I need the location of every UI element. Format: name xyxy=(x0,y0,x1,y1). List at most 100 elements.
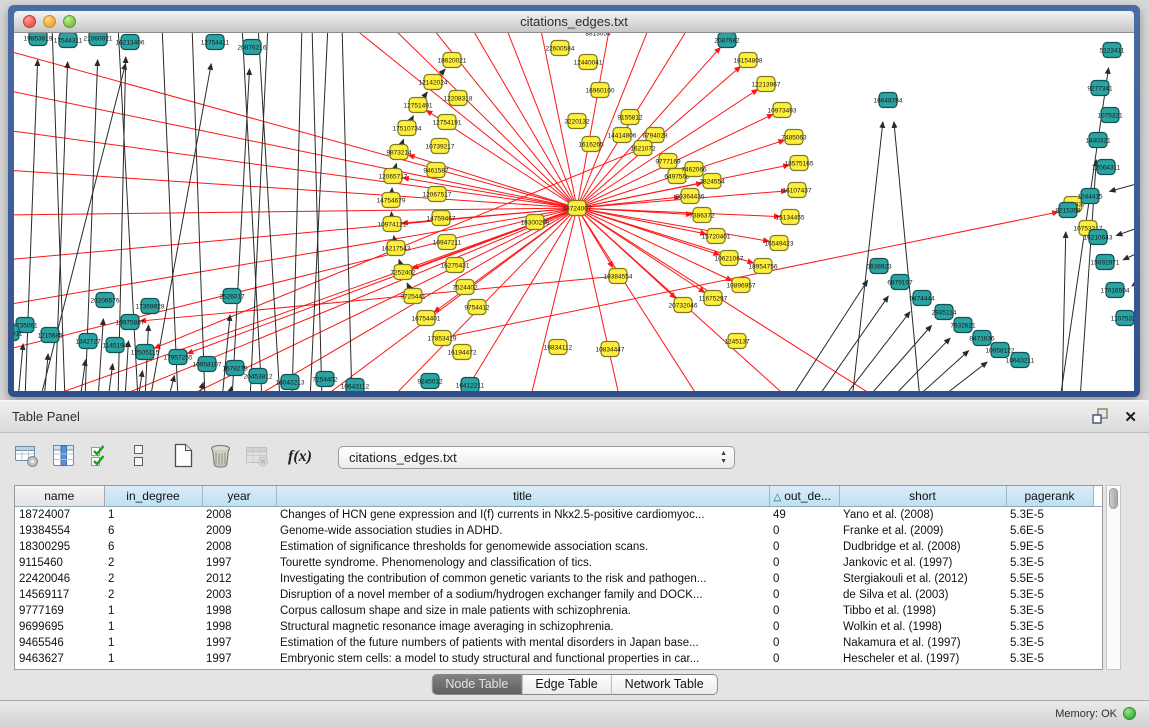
table-cell[interactable]: 2008 xyxy=(202,506,276,523)
graph-node[interactable]: 1440321 xyxy=(1085,133,1111,148)
graph-node[interactable]: 7632621 xyxy=(950,318,976,333)
table-row[interactable]: 946362711997Embryonic stem cells: a mode… xyxy=(15,651,1102,667)
table-cell[interactable]: 5.3E-5 xyxy=(1006,651,1093,667)
table-cell[interactable]: 9465546 xyxy=(15,635,104,651)
graph-node[interactable]: 16043213 xyxy=(276,375,305,390)
table-cell[interactable]: Tourette syndrome. Phenomenology and cla… xyxy=(276,555,769,571)
graph-node-selected[interactable]: 9725441 xyxy=(400,289,426,304)
graph-node-selected[interactable]: 12213967 xyxy=(752,77,781,92)
graph-node-selected[interactable]: 19384554 xyxy=(604,269,633,284)
graph-node[interactable]: 2526017 xyxy=(219,289,245,304)
close-window-button[interactable] xyxy=(23,15,36,28)
graph-node[interactable]: 21060921 xyxy=(84,33,113,46)
graph-node[interactable]: 8471636 xyxy=(969,331,995,346)
table-cell[interactable]: 0 xyxy=(769,587,839,603)
table-row[interactable]: 1938455462009Genome-wide association stu… xyxy=(15,523,1102,539)
table-cell[interactable]: 1997 xyxy=(202,635,276,651)
graph-node-selected[interactable]: 20364436 xyxy=(676,189,705,204)
table-cell[interactable]: 5.3E-5 xyxy=(1006,619,1093,635)
graph-node-selected[interactable]: 16549423 xyxy=(765,236,794,251)
graph-node-selected[interactable]: 12208318 xyxy=(444,91,473,106)
graph-node[interactable]: 16213406 xyxy=(116,35,145,50)
scrollbar-thumb[interactable] xyxy=(1109,488,1118,509)
table-cell[interactable]: Structural magnetic resonance image aver… xyxy=(276,619,769,635)
graph-node-selected[interactable]: 10834447 xyxy=(596,342,625,357)
table-cell[interactable]: Hescheler et al. (1997) xyxy=(839,651,1006,667)
table-cell[interactable]: 18300295 xyxy=(15,539,104,555)
table-cell[interactable]: Disruption of a novel member of a sodium… xyxy=(276,587,769,603)
table-cell[interactable]: 5.3E-5 xyxy=(1006,587,1093,603)
graph-node[interactable]: 1145194 xyxy=(103,338,128,353)
column-header-name[interactable]: name xyxy=(15,486,104,506)
table-cell[interactable]: 2009 xyxy=(202,523,276,539)
graph-node-selected[interactable]: 9777169 xyxy=(655,154,681,169)
graph-node[interactable]: 9277341 xyxy=(1087,81,1113,96)
graph-node-selected[interactable]: 10947211 xyxy=(433,235,462,250)
table-cell[interactable]: 2003 xyxy=(202,587,276,603)
column-header-in_degree[interactable]: in_degree xyxy=(104,486,202,506)
table-cell[interactable]: 5.5E-5 xyxy=(1006,571,1093,587)
table-row[interactable]: 1872400712008Changes of HCN gene express… xyxy=(15,506,1102,523)
table-cell[interactable]: Investigating the contribution of common… xyxy=(276,571,769,587)
graph-node[interactable]: 1342727 xyxy=(75,334,101,349)
graph-node-selected[interactable]: 3824554 xyxy=(699,174,725,189)
table-cell[interactable]: 5.6E-5 xyxy=(1006,523,1093,539)
table-cell[interactable]: 1 xyxy=(104,619,202,635)
graph-node-selected[interactable]: 9873214 xyxy=(386,145,412,160)
graph-node-selected[interactable]: 9155812 xyxy=(617,110,643,125)
table-cell[interactable]: 0 xyxy=(769,539,839,555)
table-row[interactable]: 911546021997Tourette syndrome. Phenomeno… xyxy=(15,555,1102,571)
graph-node[interactable]: 17957255 xyxy=(164,350,193,365)
graph-node[interactable]: 15692971 xyxy=(1091,255,1120,270)
graph-node[interactable]: 19853819 xyxy=(24,33,53,46)
table-cell[interactable]: Estimation of the future numbers of pati… xyxy=(276,635,769,651)
graph-node-selected[interactable]: 7524402 xyxy=(452,280,478,295)
graph-node-selected[interactable]: 16960100 xyxy=(586,83,615,98)
tab-network-table[interactable]: Network Table xyxy=(611,675,717,694)
table-cell[interactable]: 0 xyxy=(769,619,839,635)
table-cell[interactable]: 5.3E-5 xyxy=(1006,555,1093,571)
table-cell[interactable]: 2 xyxy=(104,587,202,603)
graph-node[interactable]: 9474444 xyxy=(909,291,935,306)
graph-node-selected[interactable]: 7485063 xyxy=(781,130,807,145)
graph-node-selected[interactable]: 11675297 xyxy=(699,291,728,306)
table-cell[interactable]: 2008 xyxy=(202,539,276,555)
table-cell[interactable]: 0 xyxy=(769,635,839,651)
table-cell[interactable]: 1 xyxy=(104,635,202,651)
graph-node[interactable]: 1215685 xyxy=(37,328,63,343)
table-cell[interactable]: 22420046 xyxy=(15,571,104,587)
graph-node[interactable]: 8215358 xyxy=(1055,203,1081,218)
network-window-titlebar[interactable]: citations_edges.txt xyxy=(14,11,1134,33)
table-cell[interactable]: 6 xyxy=(104,539,202,555)
table-cell[interactable]: Jankovic et al. (1997) xyxy=(839,555,1006,571)
graph-node[interactable]: 16648784 xyxy=(874,93,903,108)
graph-node[interactable]: 8813054 xyxy=(585,33,611,37)
table-cell[interactable]: 1998 xyxy=(202,603,276,619)
table-cell[interactable]: 14569117 xyxy=(15,587,104,603)
table-cell[interactable]: Genome-wide association studies in ADHD. xyxy=(276,523,769,539)
table-cell[interactable]: Changes of HCN gene expression and I(f) … xyxy=(276,506,769,523)
table-cell[interactable]: 9463627 xyxy=(15,651,104,667)
graph-node-selected[interactable]: 3220132 xyxy=(564,114,590,129)
graph-node-selected[interactable]: 16107437 xyxy=(783,183,812,198)
column-header-year[interactable]: year xyxy=(202,486,276,506)
graph-node[interactable]: 11075321 xyxy=(1111,311,1134,326)
table-cell[interactable]: 49 xyxy=(769,506,839,523)
column-visibility-button[interactable] xyxy=(49,441,79,473)
graph-node[interactable]: 16412211 xyxy=(456,378,485,392)
table-cell[interactable]: Corpus callosum shape and size in male p… xyxy=(276,603,769,619)
graph-node-selected[interactable]: 1621072 xyxy=(630,141,656,156)
delete-column-button[interactable] xyxy=(205,441,235,473)
table-cell[interactable]: 5.9E-5 xyxy=(1006,539,1093,555)
graph-node[interactable]: 2935114 xyxy=(932,305,957,320)
table-cell[interactable]: Franke et al. (2009) xyxy=(839,523,1006,539)
tab-node-table[interactable]: Node Table xyxy=(432,675,521,694)
graph-node-selected[interactable]: 20732046 xyxy=(669,298,698,313)
graph-node-selected[interactable]: 17853419 xyxy=(428,331,457,346)
graph-node-selected[interactable]: 7462066 xyxy=(681,162,707,177)
graph-node-selected[interactable]: 12751491 xyxy=(404,98,433,113)
graph-node-selected[interactable]: 18575165 xyxy=(785,156,814,171)
table-vertical-scrollbar[interactable] xyxy=(1106,485,1121,670)
graph-node-selected[interactable]: 7252402 xyxy=(390,265,416,280)
graph-node[interactable]: 17016504 xyxy=(1101,283,1130,298)
